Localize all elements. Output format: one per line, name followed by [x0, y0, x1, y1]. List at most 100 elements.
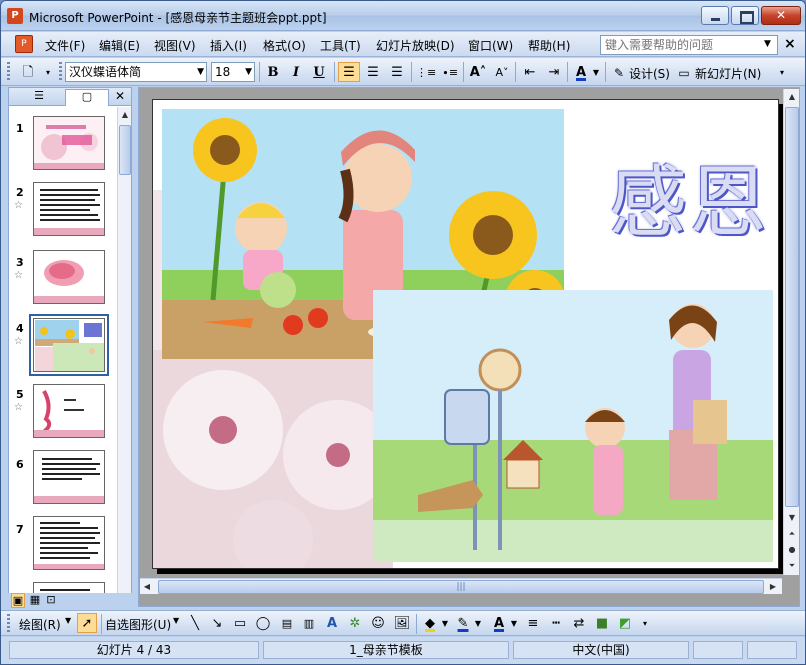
- chevron-down-icon[interactable]: ▼: [440, 613, 450, 633]
- chevron-down-icon[interactable]: ▼: [509, 613, 519, 633]
- scroll-down-icon[interactable]: ▼: [785, 510, 799, 526]
- scrollbar-thumb[interactable]: [119, 125, 131, 175]
- menu-file[interactable]: 文件(F): [45, 37, 85, 54]
- menu-window[interactable]: 窗口(W): [468, 37, 513, 54]
- menu-insert[interactable]: 插入(I): [210, 37, 247, 54]
- slide-thumbnail-2[interactable]: [33, 182, 105, 236]
- italic-button[interactable]: I: [286, 62, 306, 82]
- chevron-down-icon[interactable]: ▼: [245, 63, 252, 81]
- toolbar-options-icon[interactable]: ▾: [639, 613, 651, 633]
- align-left-icon[interactable]: ☰: [338, 62, 360, 82]
- scroll-up-icon[interactable]: ▲: [118, 107, 132, 123]
- font-size-combo[interactable]: 18 ▼: [211, 62, 255, 82]
- design-button[interactable]: 设计(S): [629, 65, 670, 82]
- wordart-icon[interactable]: A: [322, 613, 342, 633]
- menu-format[interactable]: 格式(O): [263, 37, 306, 54]
- decrease-indent-icon[interactable]: ⇤: [519, 62, 541, 82]
- arrow-tool-icon[interactable]: ↘: [207, 613, 227, 633]
- current-slide[interactable]: 感恩: [152, 99, 779, 569]
- toolbar-options-icon[interactable]: ▾: [775, 62, 789, 82]
- title-bar[interactable]: P Microsoft PowerPoint - [感恩母亲节主题班会ppt.p…: [1, 1, 805, 31]
- horizontal-scrollbar[interactable]: ◀ ||| ▶: [140, 578, 782, 594]
- align-right-icon[interactable]: ☰: [386, 62, 408, 82]
- 3d-style-icon[interactable]: ◩: [615, 613, 635, 633]
- chevron-down-icon[interactable]: ▼: [473, 613, 483, 633]
- rectangle-tool-icon[interactable]: ▭: [230, 613, 250, 633]
- diagram-icon[interactable]: ✲: [345, 613, 365, 633]
- menu-edit[interactable]: 编辑(E): [99, 37, 140, 54]
- scroll-left-icon[interactable]: ◀: [140, 579, 154, 595]
- shadow-style-icon[interactable]: ■: [592, 613, 612, 633]
- tab-outline[interactable]: ☰: [15, 89, 63, 105]
- close-icon[interactable]: ✕: [115, 89, 125, 103]
- previous-slide-icon[interactable]: ⏶: [785, 526, 799, 542]
- decrease-font-icon[interactable]: A˅: [491, 62, 513, 82]
- design-icon[interactable]: ✎: [609, 62, 629, 82]
- slide-thumbnail-1[interactable]: [33, 116, 105, 170]
- menu-view[interactable]: 视图(V): [154, 37, 196, 54]
- dash-style-icon[interactable]: ┅: [546, 613, 566, 633]
- slide-thumbnail-5[interactable]: [33, 384, 105, 438]
- slide-title-text[interactable]: 感恩: [609, 140, 769, 252]
- slide-sorter-view-icon[interactable]: ▦: [28, 593, 42, 606]
- font-color-icon[interactable]: A: [489, 613, 509, 633]
- vertical-textbox-icon[interactable]: ▥: [299, 613, 319, 633]
- new-slide-icon[interactable]: ▭: [675, 62, 693, 82]
- chevron-down-icon[interactable]: ▼: [173, 616, 179, 625]
- line-style-icon[interactable]: ≡: [523, 613, 543, 633]
- vertical-scrollbar[interactable]: ▲ ▼ ⏶ ● ⏷: [783, 89, 799, 575]
- slides-panel-scrollbar[interactable]: ▲: [117, 107, 131, 606]
- line-color-icon[interactable]: ✎: [453, 613, 473, 633]
- help-search-input[interactable]: [600, 35, 778, 55]
- scrollbar-thumb[interactable]: [785, 107, 799, 507]
- chevron-down-icon[interactable]: ▼: [65, 616, 71, 625]
- insert-picture-icon[interactable]: 🖼: [392, 613, 412, 633]
- chevron-down-icon[interactable]: ▼: [591, 62, 601, 82]
- font-name-combo[interactable]: 汉仪蝶语体简 ▼: [65, 62, 207, 82]
- slideshow-view-icon[interactable]: ⊡: [44, 593, 58, 606]
- minimize-button[interactable]: [701, 6, 729, 25]
- toolbar-options-icon[interactable]: ▾: [41, 62, 55, 82]
- document-close-icon[interactable]: ×: [784, 36, 796, 52]
- bullet-list-icon[interactable]: ∙≡: [439, 62, 461, 82]
- arrow-style-icon[interactable]: ⇄: [569, 613, 589, 633]
- new-document-icon[interactable]: 🗋: [17, 62, 39, 82]
- slide-thumbnail-3[interactable]: [33, 250, 105, 304]
- align-center-icon[interactable]: ☰: [362, 62, 384, 82]
- scrollbar-thumb[interactable]: |||: [158, 580, 764, 594]
- increase-font-icon[interactable]: A˄: [467, 62, 489, 82]
- increase-indent-icon[interactable]: ⇥: [543, 62, 565, 82]
- document-icon[interactable]: P: [15, 35, 33, 53]
- menu-tools[interactable]: 工具(T): [320, 37, 361, 54]
- slide-thumbnail-7[interactable]: [33, 516, 105, 570]
- select-browse-icon[interactable]: ●: [785, 542, 799, 558]
- tab-slides[interactable]: ▢: [65, 89, 109, 106]
- normal-view-icon[interactable]: ▣: [11, 593, 25, 608]
- numbered-list-icon[interactable]: ⋮≡: [415, 62, 437, 82]
- close-button[interactable]: [761, 6, 801, 25]
- toolbar-grip[interactable]: [7, 614, 10, 634]
- toolbar-grip[interactable]: [59, 62, 62, 82]
- bold-button[interactable]: B: [263, 62, 283, 82]
- toolbar-grip[interactable]: [7, 62, 10, 82]
- scroll-right-icon[interactable]: ▶: [766, 579, 780, 595]
- menu-slideshow[interactable]: 幻灯片放映(D): [376, 37, 455, 54]
- chevron-down-icon[interactable]: ▼: [764, 39, 771, 49]
- scroll-up-icon[interactable]: ▲: [785, 89, 799, 105]
- oval-tool-icon[interactable]: ◯: [253, 613, 273, 633]
- slide-thumbnail-4[interactable]: [29, 314, 109, 376]
- slide-thumbnail-6[interactable]: [33, 450, 105, 504]
- textbox-tool-icon[interactable]: ▤: [277, 613, 297, 633]
- new-slide-button[interactable]: 新幻灯片(N): [695, 65, 761, 82]
- font-color-icon[interactable]: A: [571, 62, 591, 82]
- draw-menu-button[interactable]: 绘图(R): [19, 616, 61, 633]
- select-pointer-icon[interactable]: ➚: [77, 613, 97, 633]
- next-slide-icon[interactable]: ⏷: [785, 558, 799, 574]
- clipart-icon[interactable]: ☺: [368, 613, 388, 633]
- fill-color-icon[interactable]: ◆: [420, 613, 440, 633]
- maximize-button[interactable]: [731, 6, 759, 25]
- line-tool-icon[interactable]: ╲: [185, 613, 205, 633]
- autoshapes-button[interactable]: 自选图形(U): [105, 616, 171, 633]
- underline-button[interactable]: U: [309, 62, 329, 82]
- menu-help[interactable]: 帮助(H): [528, 37, 570, 54]
